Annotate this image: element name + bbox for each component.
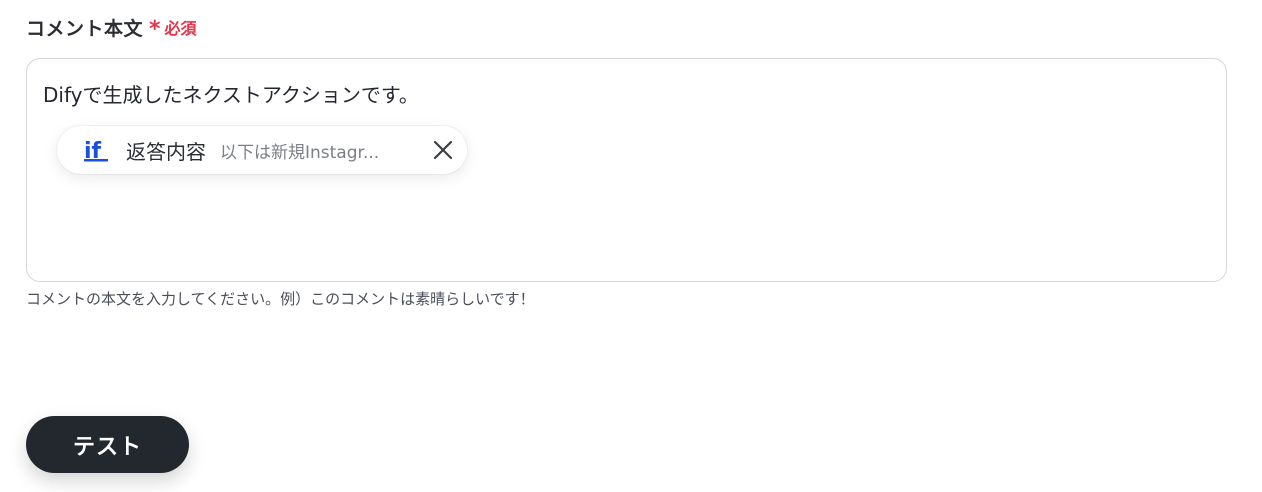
variable-chip[interactable]: if 返答内容 以下は新規Instagr...	[57, 126, 467, 174]
textarea-text[interactable]: Difyで生成したネクストアクションです。	[43, 79, 419, 108]
test-button[interactable]: テスト	[26, 416, 189, 473]
required-label: 必須	[164, 19, 197, 38]
chip-title: 返答内容	[126, 139, 206, 164]
chip-value: 以下は新規Instagr...	[220, 142, 380, 163]
close-icon[interactable]	[431, 138, 455, 162]
comment-body-textarea[interactable]: Difyで生成したネクストアクションです。 if 返答内容 以下は新規Insta…	[26, 58, 1227, 282]
svg-text:if: if	[84, 139, 102, 162]
required-indicator: * 必須	[149, 13, 197, 41]
field-label: コメント本文	[26, 17, 144, 40]
required-star: *	[149, 17, 161, 42]
help-text: コメントの本文を入力してください。例）このコメントは素晴らしいです！	[26, 290, 535, 308]
field-label-row: コメント本文 * 必須	[26, 12, 197, 42]
if-icon: if	[84, 137, 110, 163]
